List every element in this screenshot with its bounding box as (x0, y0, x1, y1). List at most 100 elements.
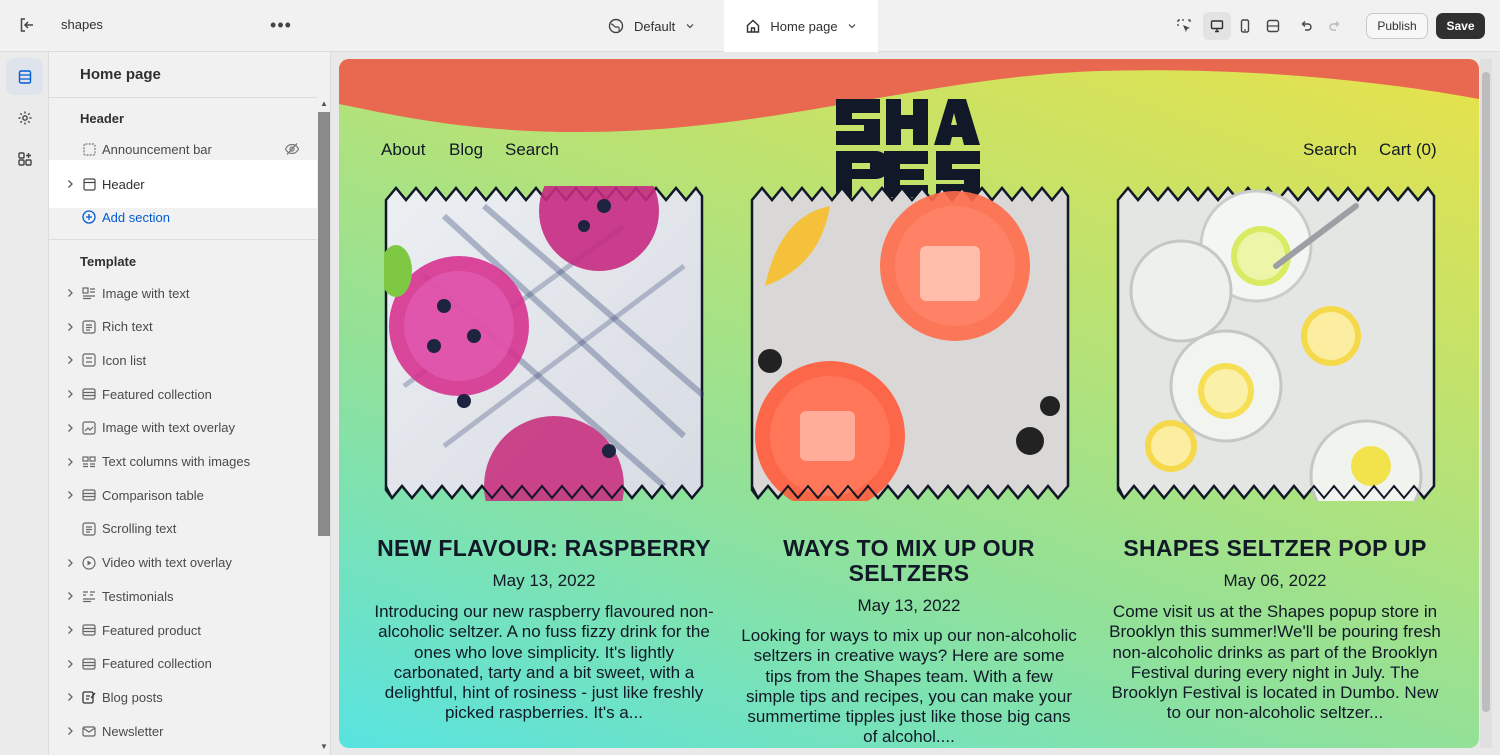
chevron-down-icon (686, 24, 694, 29)
text-block-icon (82, 522, 96, 536)
sidebar-item-blog-posts[interactable]: Blog posts (49, 682, 317, 712)
blog-post-title[interactable]: SHAPES SELTZER POP UP (1105, 536, 1445, 561)
exit-icon (20, 18, 33, 32)
sidebar-item-comparison-table[interactable]: Comparison table (49, 480, 317, 510)
apps-rail-button[interactable] (6, 140, 43, 177)
chevron-down-icon (848, 24, 856, 29)
device-switcher (1203, 12, 1287, 40)
sidebar-item-label: Image with text overlay (102, 420, 235, 436)
columns-icon (82, 455, 96, 469)
sidebar-item-text-columns-with-images[interactable]: Text columns with images (49, 447, 317, 477)
theme-settings-rail-button[interactable] (6, 99, 43, 136)
blog-post-image[interactable] (380, 151, 706, 556)
blog-post-title[interactable]: NEW FLAVOUR: RASPBERRY (374, 536, 714, 561)
save-button[interactable]: Save (1436, 13, 1485, 39)
sidebar-item-video-with-text-overlay[interactable]: Video with text overlay (49, 548, 317, 578)
blog-post-excerpt: Looking for ways to mix up our non-alcoh… (741, 626, 1077, 747)
sidebar-item-header[interactable]: Header (49, 160, 317, 208)
header-group-title: Header (80, 111, 125, 126)
nav-link-search[interactable]: Search (505, 140, 559, 160)
chevron-right-icon[interactable] (65, 355, 75, 365)
divider (49, 97, 317, 98)
sidebar-item-label: Scrolling text (102, 521, 177, 537)
brand-logo[interactable] (834, 97, 984, 199)
image-text-icon (82, 286, 96, 300)
header-search-link[interactable]: Search (1303, 140, 1357, 160)
editor-topbar: shapes ••• Default Home page Publish Sav… (0, 0, 1500, 52)
more-icon: ••• (270, 14, 292, 35)
chevron-right-icon[interactable] (65, 591, 75, 601)
chevron-right-icon[interactable] (65, 423, 75, 433)
chevron-right-icon[interactable] (65, 322, 75, 332)
sidebar-item-rich-text[interactable]: Rich text (49, 312, 317, 342)
sections-rail-button[interactable] (6, 58, 43, 95)
chevron-right-icon[interactable] (65, 558, 75, 568)
redo-button[interactable] (1322, 13, 1348, 39)
app-rail (0, 52, 49, 755)
collection-icon (82, 657, 96, 671)
theme-select-label: Default (634, 18, 676, 34)
chevron-right-icon[interactable] (65, 457, 75, 467)
chevron-right-icon[interactable] (65, 179, 75, 189)
chevron-right-icon[interactable] (65, 659, 75, 669)
blog-post-image[interactable] (750, 185, 1070, 511)
fullscreen-view-button[interactable] (1259, 12, 1287, 40)
sidebar-item-label: Announcement bar (102, 141, 212, 157)
sidebar-item-testimonials[interactable]: Testimonials (49, 581, 317, 611)
cart-link[interactable]: Cart (0) (1379, 140, 1437, 160)
undo-button[interactable] (1293, 13, 1319, 39)
scroll-up-arrow[interactable]: ▲ (319, 100, 329, 108)
preview-scrollbar-thumb[interactable] (1482, 72, 1490, 712)
chevron-right-icon[interactable] (65, 389, 75, 399)
chevron-right-icon[interactable] (65, 692, 75, 702)
desktop-view-button[interactable] (1203, 12, 1231, 40)
sidebar-item-newsletter[interactable]: Newsletter (49, 716, 317, 746)
nav-link-about[interactable]: About (381, 140, 425, 160)
sections-sidebar: Home page Header Announcement bar Header… (49, 52, 331, 755)
chevron-right-icon[interactable] (65, 625, 75, 635)
fullscreen-icon (1266, 19, 1280, 33)
sidebar-item-icon-list[interactable]: Icon list (49, 345, 317, 375)
sidebar-item-image-with-text-overlay[interactable]: Image with text overlay (49, 413, 317, 443)
storefront-preview: About Blog Search Search Cart (0) NEW FL… (339, 59, 1479, 748)
exit-button[interactable] (16, 14, 38, 36)
scroll-down-arrow[interactable]: ▼ (319, 743, 329, 751)
more-actions-button[interactable]: ••• (268, 14, 294, 36)
eye-off-icon[interactable] (284, 142, 300, 156)
add-section-button[interactable]: Add section (49, 202, 317, 232)
sidebar-item-featured-collection[interactable]: Featured collection (49, 649, 317, 679)
sidebar-item-featured-collection[interactable]: Featured collection (49, 379, 317, 409)
list-icon (82, 353, 96, 367)
sidebar-title: Home page (80, 66, 161, 83)
publish-button[interactable]: Publish (1366, 13, 1428, 39)
sidebar-item-label: Video with text overlay (102, 555, 232, 571)
blog-post-excerpt: Introducing our new raspberry flavoured … (374, 602, 714, 723)
chevron-right-icon[interactable] (65, 726, 75, 736)
chevron-right-icon[interactable] (65, 288, 75, 298)
sidebar-item-image-with-text[interactable]: Image with text (49, 278, 317, 308)
mobile-view-button[interactable] (1231, 12, 1259, 40)
blog-post-title[interactable]: WAYS TO MIX UP OUR SELTZERS (739, 536, 1079, 586)
select-cursor-icon (1177, 19, 1191, 32)
undo-icon (1301, 21, 1312, 31)
theme-select[interactable]: Default (608, 12, 695, 40)
play-icon (82, 555, 96, 570)
blog-post-image[interactable] (1116, 185, 1436, 533)
inspector-button[interactable] (1171, 13, 1197, 39)
sidebar-item-scrolling-text[interactable]: Scrolling text (49, 514, 317, 544)
table-icon (82, 488, 96, 502)
blog-post-date: May 13, 2022 (857, 596, 961, 615)
chevron-right-icon[interactable] (65, 490, 75, 500)
mobile-icon (1240, 19, 1250, 33)
sidebar-scrollbar-thumb[interactable] (318, 112, 330, 536)
template-group-title: Template (80, 254, 137, 269)
nav-link-blog[interactable]: Blog (449, 140, 483, 160)
blog-icon (82, 690, 96, 705)
section-icon (82, 177, 96, 191)
sidebar-item-featured-product[interactable]: Featured product (49, 615, 317, 645)
collection-icon (82, 387, 96, 401)
sidebar-item-label: Featured collection (102, 656, 212, 672)
sidebar-item-label: Icon list (102, 352, 147, 368)
gear-icon (18, 111, 31, 124)
page-select[interactable]: Home page (724, 0, 878, 52)
